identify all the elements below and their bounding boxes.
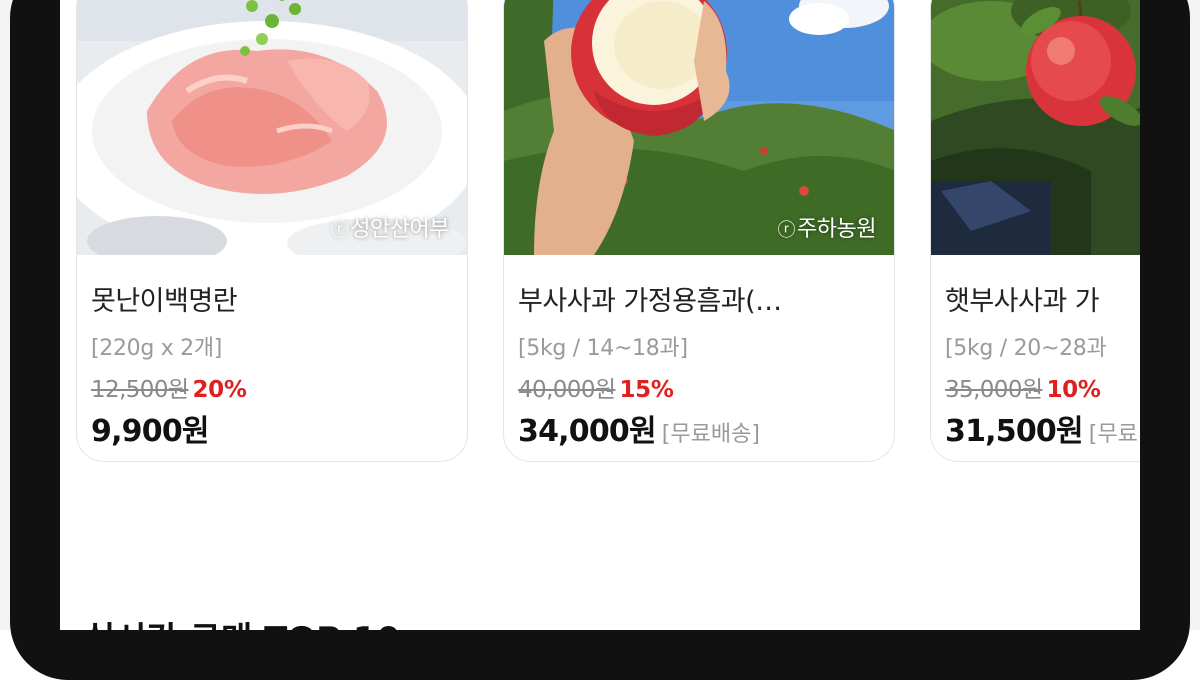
product-image[interactable]: ⓡ주하농원 [504, 0, 894, 255]
original-price-row: 40,000원 15% [518, 370, 894, 404]
product-card[interactable]: ⓡ성안산어부 못난이백명란 [220g x 2개] 12,500원 20% 9,9… [76, 0, 468, 462]
original-price-row: 12,500원 20% [91, 370, 467, 404]
product-info: 못난이백명란 [220g x 2개] 12,500원 20% 9,900원 [91, 279, 467, 450]
watermark: ⓡ주하농원 [777, 217, 877, 242]
product-card[interactable]: 햇부사사과 가 [5kg / 20~28과 35,000원 10% 31,500원… [930, 0, 1140, 462]
sale-price-row: 31,500원 [무료 [945, 406, 1140, 450]
copyright-icon: ⓡ [330, 220, 349, 241]
discount-rate: 10% [1046, 377, 1101, 403]
product-name[interactable]: 부사사과 가정용흠과(… [518, 279, 894, 318]
product-name[interactable]: 햇부사사과 가 [945, 279, 1140, 318]
shipping-label: [무료 [1088, 422, 1138, 447]
apple-orchard-photo [931, 0, 1140, 255]
sale-price-row: 9,900원 [91, 406, 467, 450]
shipping-label: [무료배송] [661, 422, 760, 447]
product-name[interactable]: 못난이백명란 [91, 279, 467, 318]
original-price-row: 35,000원 10% [945, 370, 1140, 404]
product-option: [220g x 2개] [91, 336, 223, 361]
product-option: [5kg / 14~18과] [518, 336, 688, 361]
phone-screen: ⓡ성안산어부 못난이백명란 [220g x 2개] 12,500원 20% 9,9… [60, 0, 1140, 630]
discount-rate: 20% [192, 377, 247, 403]
product-image[interactable]: ⓡ성안산어부 [77, 0, 467, 255]
section-title: 실시간 구매 TOP 10 [84, 612, 400, 630]
original-price: 40,000원 [518, 377, 616, 403]
sale-price: 31,500원 [945, 414, 1084, 449]
product-card[interactable]: ⓡ주하농원 부사사과 가정용흠과(… [5kg / 14~18과] 40,000… [503, 0, 895, 462]
discount-rate: 15% [619, 377, 674, 403]
original-price: 12,500원 [91, 377, 189, 403]
sale-price-row: 34,000원 [무료배송] [518, 406, 894, 450]
product-image[interactable] [931, 0, 1140, 255]
product-option: [5kg / 20~28과 [945, 336, 1107, 361]
watermark: ⓡ성안산어부 [330, 217, 450, 242]
sale-price: 9,900원 [91, 414, 210, 449]
copyright-icon: ⓡ [777, 220, 796, 241]
sale-price: 34,000원 [518, 414, 657, 449]
original-price: 35,000원 [945, 377, 1043, 403]
product-info: 부사사과 가정용흠과(… [5kg / 14~18과] 40,000원 15% 3… [518, 279, 894, 450]
product-info: 햇부사사과 가 [5kg / 20~28과 35,000원 10% 31,500원… [945, 279, 1140, 450]
